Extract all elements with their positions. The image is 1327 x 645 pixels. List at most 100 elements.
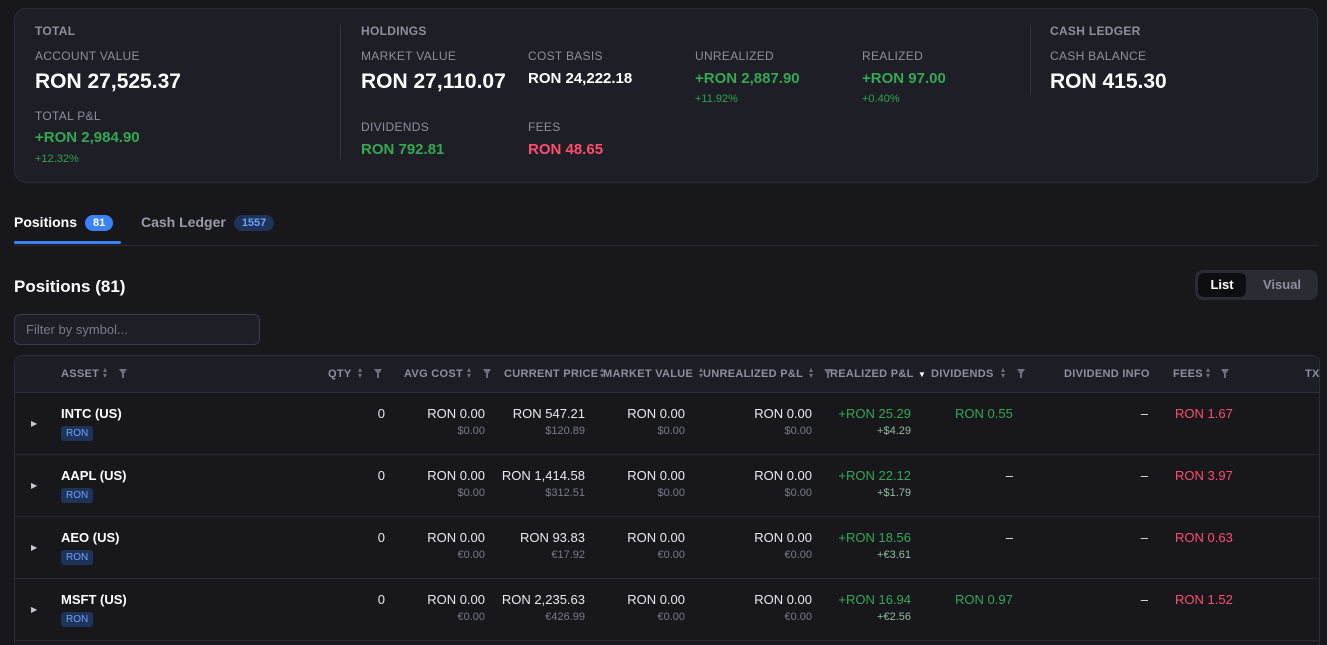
- realized-percent: +0.40%: [862, 93, 900, 105]
- sort-icon[interactable]: ▴ ▾: [467, 366, 475, 380]
- market-value: RON 27,110.07: [361, 70, 506, 93]
- realized-cell: +RON 25.29: [838, 406, 911, 421]
- market-value-cell: RON 0.00: [627, 406, 685, 421]
- filter-icon[interactable]: [1221, 369, 1229, 378]
- fees-value: RON 48.65: [528, 141, 604, 158]
- total-pnl-label: TOTAL P&L: [35, 109, 101, 123]
- asset-symbol: MSFT (US): [61, 592, 127, 607]
- market-value-cell: RON 0.00: [627, 592, 685, 607]
- sort-icon[interactable]: ▴ ▾: [1206, 366, 1214, 380]
- dividend-info-cell: –: [1140, 406, 1148, 421]
- avg-cost-value: RON 0.00: [427, 530, 485, 545]
- qty-value: 0: [377, 468, 385, 483]
- market-value-sub: $0.00: [657, 425, 685, 437]
- asset-symbol: INTC (US): [61, 406, 122, 421]
- qty-value: 0: [377, 592, 385, 607]
- unrealized-value: +RON 2,887.90: [695, 70, 800, 87]
- dividends-value: RON 792.81: [361, 141, 445, 158]
- table-row[interactable]: ▶ MSFT (US) RON 0 RON 0.00 €0.00 RON 2,2…: [15, 579, 1319, 641]
- market-value-sub: €0.00: [657, 549, 685, 561]
- market-value-sub: $0.00: [657, 487, 685, 499]
- cash-balance-value: RON 415.30: [1050, 70, 1167, 93]
- avg-cost-sub: $0.00: [457, 487, 485, 499]
- col-market-value[interactable]: MARKET VALUE: [603, 368, 693, 380]
- sort-desc-icon[interactable]: ▼: [918, 370, 926, 379]
- market-value-cell: RON 0.00: [627, 468, 685, 483]
- expand-row-icon[interactable]: ▶: [31, 543, 37, 552]
- tab-positions[interactable]: Positions 81: [14, 214, 114, 231]
- unrealized-sub: €0.00: [784, 611, 812, 623]
- symbol-filter-input[interactable]: [14, 314, 260, 345]
- qty-value: 0: [377, 530, 385, 545]
- dividends-cell: –: [1005, 468, 1013, 483]
- table-row[interactable]: ▶ AEO (US) RON 0 RON 0.00 €0.00 RON 93.8…: [15, 517, 1319, 579]
- dividend-info-cell: –: [1140, 592, 1148, 607]
- col-avg-cost[interactable]: AVG COST: [404, 368, 463, 380]
- dividend-info-cell: –: [1140, 530, 1148, 545]
- unrealized-cell: RON 0.00: [754, 592, 812, 607]
- visual-view-button[interactable]: Visual: [1250, 273, 1314, 297]
- price-value: RON 2,235.63: [501, 592, 585, 607]
- expand-row-icon[interactable]: ▶: [31, 605, 37, 614]
- avg-cost-value: RON 0.00: [427, 592, 485, 607]
- col-qty[interactable]: QTY: [328, 368, 352, 380]
- qty-value: 0: [377, 406, 385, 421]
- cost-basis-label: COST BASIS: [528, 49, 603, 63]
- dividends-cell: –: [1005, 530, 1013, 545]
- divider: [1030, 25, 1031, 95]
- col-realized-pnl[interactable]: REALIZED P&L: [830, 368, 914, 380]
- divider: [340, 25, 341, 159]
- table-row[interactable]: ▶ INTC (US) RON 0 RON 0.00 $0.00 RON 547…: [15, 393, 1319, 455]
- fees-cell: RON 3.97: [1175, 468, 1233, 483]
- list-view-button[interactable]: List: [1198, 273, 1246, 297]
- active-tab-indicator: [14, 241, 121, 244]
- avg-cost-sub: €0.00: [457, 549, 485, 561]
- tab-cash-ledger-count: 1557: [233, 215, 275, 231]
- price-value: RON 1,414.58: [501, 468, 585, 483]
- account-value: RON 27,525.37: [35, 70, 181, 93]
- fees-label: FEES: [528, 120, 561, 134]
- sort-icon[interactable]: ▴ ▾: [1001, 366, 1009, 380]
- filter-icon[interactable]: [1017, 369, 1025, 378]
- price-sub: €17.92: [551, 549, 585, 561]
- avg-cost-value: RON 0.00: [427, 406, 485, 421]
- holdings-section-title: HOLDINGS: [361, 24, 427, 38]
- realized-sub: +€3.61: [877, 549, 911, 561]
- tab-cash-ledger[interactable]: Cash Ledger 1557: [141, 214, 275, 231]
- total-pnl-value: +RON 2,984.90: [35, 129, 140, 146]
- expand-row-icon[interactable]: ▶: [31, 419, 37, 428]
- asset-symbol: AAPL (US): [61, 468, 127, 483]
- expand-row-icon[interactable]: ▶: [31, 481, 37, 490]
- table-header: ASSET ▴ ▾ QTY ▴ ▾ AVG COST ▴ ▾ CURRENT PRIC…: [15, 356, 1319, 393]
- avg-cost-sub: $0.00: [457, 425, 485, 437]
- unrealized-percent: +11.92%: [695, 93, 738, 105]
- col-unrealized-pnl[interactable]: UNREALIZED P&L: [703, 368, 803, 380]
- sort-icon[interactable]: ▴ ▾: [809, 366, 817, 380]
- col-current-price[interactable]: CURRENT PRICE: [504, 368, 598, 380]
- filter-icon[interactable]: [374, 369, 382, 378]
- filter-icon[interactable]: [483, 369, 491, 378]
- sort-icon[interactable]: ▴ ▾: [358, 366, 366, 380]
- realized-sub: +$4.29: [877, 425, 911, 437]
- avg-cost-value: RON 0.00: [427, 468, 485, 483]
- currency-badge: RON: [61, 426, 94, 441]
- summary-card: TOTAL ACCOUNT VALUE RON 27,525.37 TOTAL …: [14, 8, 1318, 183]
- table-row[interactable]: ▶ AAPL (US) RON 0 RON 0.00 $0.00 RON 1,4…: [15, 455, 1319, 517]
- col-tx[interactable]: TX: [1305, 368, 1319, 380]
- sort-icon[interactable]: ▴ ▾: [103, 366, 111, 380]
- unrealized-label: UNREALIZED: [695, 49, 775, 63]
- price-value: RON 547.21: [512, 406, 585, 421]
- unrealized-sub: €0.00: [784, 549, 812, 561]
- positions-table: ASSET ▴ ▾ QTY ▴ ▾ AVG COST ▴ ▾ CURRENT PRIC…: [14, 355, 1320, 645]
- cost-basis-value: RON 24,222.18: [528, 70, 633, 87]
- filter-icon[interactable]: [119, 369, 127, 378]
- dividends-label: DIVIDENDS: [361, 120, 430, 134]
- col-asset[interactable]: ASSET: [61, 368, 99, 380]
- realized-sub: +€2.56: [877, 611, 911, 623]
- col-fees[interactable]: FEES: [1173, 368, 1203, 380]
- tab-positions-count: 81: [85, 215, 114, 231]
- col-dividends[interactable]: DIVIDENDS: [931, 368, 994, 380]
- price-sub: $120.89: [545, 425, 585, 437]
- currency-badge: RON: [61, 488, 94, 503]
- currency-badge: RON: [61, 550, 94, 565]
